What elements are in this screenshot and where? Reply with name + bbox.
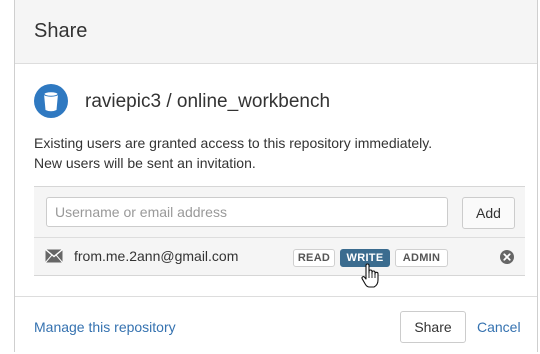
info-line-invitation: New users will be sent an invitation. (34, 155, 256, 171)
share-dialog: Share raviepic3 / online_workbench Exist… (14, 0, 538, 352)
username-email-input[interactable] (46, 197, 448, 227)
dialog-header: Share (15, 0, 537, 64)
user-email: from.me.2ann@gmail.com (74, 248, 239, 264)
manage-repository-link[interactable]: Manage this repository (34, 319, 176, 335)
info-line-access: Existing users are granted access to thi… (34, 135, 433, 151)
dialog-footer: Manage this repository Share Cancel (15, 296, 537, 352)
remove-user-icon[interactable] (500, 250, 514, 264)
repository-name: raviepic3 / online_workbench (85, 91, 331, 112)
add-user-row: Add (34, 187, 525, 237)
repository-bucket-icon (34, 84, 68, 118)
share-button[interactable]: Share (400, 311, 466, 343)
user-access-list: Add from.me.2ann@gmail.com READ WRITE AD… (34, 186, 525, 276)
add-user-button[interactable]: Add (462, 197, 515, 229)
hand-pointer-icon (361, 263, 379, 288)
cancel-link[interactable]: Cancel (477, 319, 521, 335)
user-access-row: from.me.2ann@gmail.com READ WRITE ADMIN (34, 237, 525, 275)
permission-read-button[interactable]: READ (293, 249, 335, 267)
envelope-icon (45, 249, 63, 263)
access-info-text: Existing users are granted access to thi… (34, 133, 514, 173)
dialog-title: Share (34, 20, 88, 42)
permission-admin-button[interactable]: ADMIN (395, 249, 448, 267)
